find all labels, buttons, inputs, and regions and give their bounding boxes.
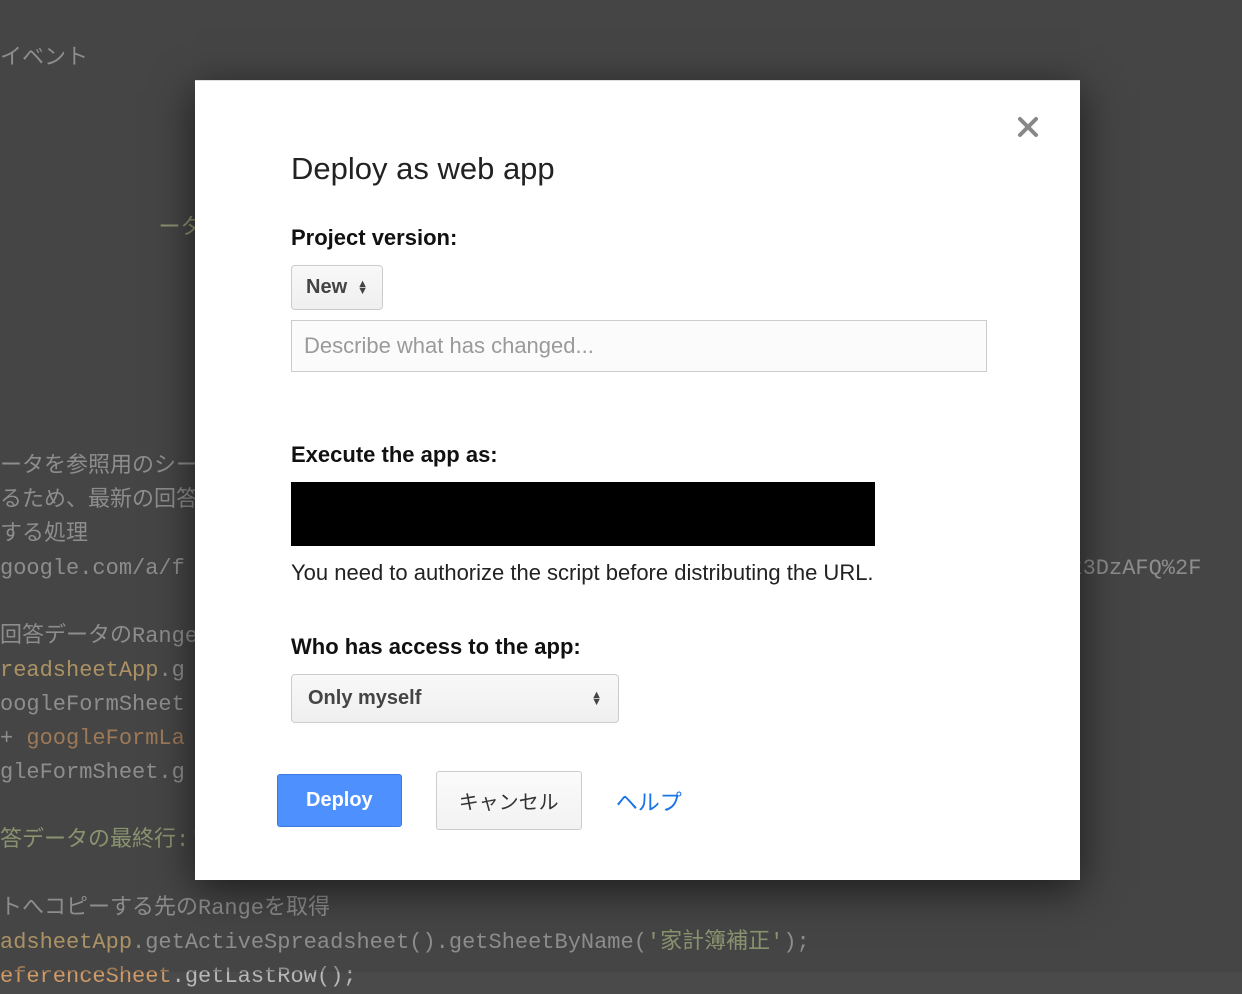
- access-label: Who has access to the app:: [291, 634, 984, 660]
- execute-as-redacted: [291, 482, 875, 546]
- authorize-note: You need to authorize the script before …: [291, 560, 984, 586]
- access-value: Only myself: [308, 687, 421, 710]
- deploy-dialog: Deploy as web app Project version: New ▲…: [195, 80, 1080, 880]
- chevron-updown-icon: ▲▼: [357, 281, 368, 295]
- deploy-button[interactable]: Deploy: [277, 774, 402, 827]
- project-version-label: Project version:: [291, 225, 984, 251]
- close-icon[interactable]: [1010, 109, 1046, 145]
- project-version-select[interactable]: New ▲▼: [291, 265, 383, 310]
- project-version-value: New: [306, 276, 347, 299]
- version-description-input[interactable]: [291, 320, 987, 372]
- help-link[interactable]: ヘルプ: [616, 785, 682, 817]
- chevron-updown-icon: ▲▼: [591, 692, 602, 706]
- execute-as-label: Execute the app as:: [291, 442, 984, 468]
- dialog-button-row: Deploy キャンセル ヘルプ: [277, 771, 682, 830]
- dialog-title: Deploy as web app: [291, 151, 984, 187]
- cancel-button[interactable]: キャンセル: [436, 771, 582, 830]
- access-select[interactable]: Only myself ▲▼: [291, 674, 619, 723]
